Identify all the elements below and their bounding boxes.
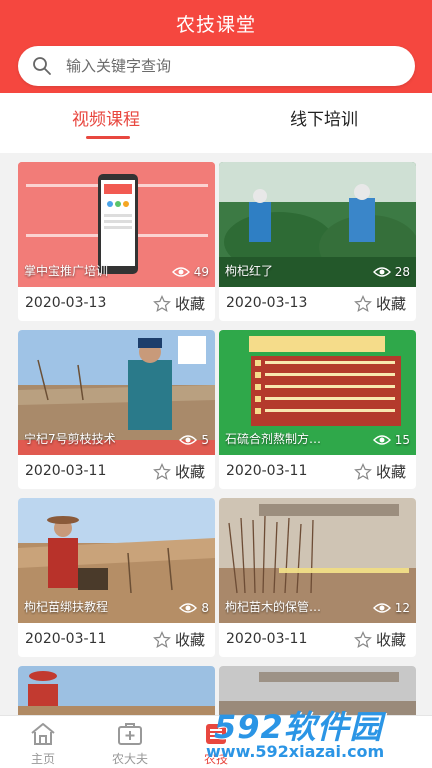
publish-date: 2020-03-11	[226, 463, 308, 479]
video-card[interactable]: 宁杞7号剪枝技术 5 2020-03-11 收藏	[18, 330, 215, 489]
star-icon	[153, 630, 171, 648]
view-count: 15	[372, 433, 410, 447]
active-tab-indicator	[86, 136, 130, 139]
eye-icon	[372, 435, 391, 445]
thumbnail-image	[18, 666, 215, 715]
favorite-label: 收藏	[375, 463, 406, 481]
favorite-label: 收藏	[375, 295, 406, 313]
favorite-button[interactable]: 收藏	[153, 461, 205, 482]
view-count: 12	[372, 601, 410, 615]
video-title: 宁杞7号剪枝技术	[24, 432, 116, 446]
star-icon	[354, 294, 372, 312]
star-icon	[354, 630, 372, 648]
site-watermark: 592软件园 www.592xiazai.com	[202, 702, 430, 766]
publish-date: 2020-03-11	[226, 631, 308, 647]
video-thumbnail[interactable]: 枸杞苗木的保管… 12	[219, 498, 416, 623]
favorite-button[interactable]: 收藏	[153, 293, 205, 314]
video-card[interactable]: 枸杞红了 28 2020-03-13 收藏	[219, 162, 416, 321]
video-card[interactable]: 石硫合剂熬制方… 15 2020-03-11 收藏	[219, 330, 416, 489]
video-thumbnail[interactable]: 枸杞苗绑扶教程 8	[18, 498, 215, 623]
favorite-button[interactable]: 收藏	[354, 293, 406, 314]
video-title: 石硫合剂熬制方…	[225, 432, 322, 446]
search-bar[interactable]	[18, 46, 415, 86]
view-count-value: 49	[193, 265, 209, 279]
video-thumbnail[interactable]: 枸杞红了 28	[219, 162, 416, 287]
view-count-value: 15	[394, 433, 410, 447]
star-icon	[153, 294, 171, 312]
search-icon	[33, 57, 51, 75]
video-thumbnail[interactable]: 石硫合剂熬制方… 15	[219, 330, 416, 455]
video-thumbnail[interactable]: 掌中宝推广培训 49	[18, 162, 215, 287]
nav-doctor-label: 农大夫	[111, 752, 148, 766]
eye-icon	[372, 603, 391, 613]
publish-date: 2020-03-13	[226, 295, 308, 311]
eye-icon	[171, 267, 190, 277]
video-grid: 掌中宝推广培训 49 2020-03-13 收藏 枸杞红了 28 2020-03…	[0, 153, 432, 715]
star-icon	[153, 462, 171, 480]
star-icon	[354, 462, 372, 480]
view-count-value: 28	[394, 265, 410, 279]
eye-icon	[372, 267, 391, 277]
tab-bar: 视频课程 线下培训	[0, 93, 432, 153]
tab-offline-training[interactable]: 线下培训	[290, 105, 358, 130]
view-count-value: 8	[201, 601, 209, 615]
video-thumbnail[interactable]: 宁杞7号剪枝技术 5	[18, 330, 215, 455]
card-footer: 2020-03-11 收藏	[219, 623, 416, 657]
video-card[interactable]: 枸杞苗木的保管… 12 2020-03-11 收藏	[219, 498, 416, 657]
favorite-label: 收藏	[375, 631, 406, 649]
app-header: 农技课堂	[0, 0, 432, 93]
page-title: 农技课堂	[175, 14, 256, 36]
video-title: 枸杞苗绑扶教程	[24, 600, 109, 614]
card-footer: 2020-03-11 收藏	[219, 455, 416, 489]
search-input[interactable]	[66, 46, 396, 86]
home-icon	[31, 723, 55, 745]
favorite-button[interactable]: 收藏	[153, 629, 205, 650]
video-card[interactable]: 掌中宝推广培训 49 2020-03-13 收藏	[18, 162, 215, 321]
card-footer: 2020-03-11 收藏	[18, 623, 215, 657]
watermark-url: www.592xiazai.com	[206, 742, 385, 761]
favorite-label: 收藏	[174, 463, 205, 481]
favorite-button[interactable]: 收藏	[354, 629, 406, 650]
publish-date: 2020-03-11	[25, 463, 107, 479]
publish-date: 2020-03-13	[25, 295, 107, 311]
view-count: 5	[179, 433, 209, 447]
card-footer: 2020-03-11 收藏	[18, 455, 215, 489]
video-card[interactable]	[18, 666, 215, 715]
view-count: 8	[179, 601, 209, 615]
video-title: 掌中宝推广培训	[24, 264, 109, 278]
medical-kit-icon	[118, 723, 142, 745]
view-count: 49	[171, 265, 209, 279]
favorite-label: 收藏	[174, 295, 205, 313]
favorite-label: 收藏	[174, 631, 205, 649]
video-card[interactable]: 枸杞苗绑扶教程 8 2020-03-11 收藏	[18, 498, 215, 657]
card-footer: 2020-03-13 收藏	[219, 287, 416, 321]
eye-icon	[179, 435, 198, 445]
tab-video-courses[interactable]: 视频课程	[72, 105, 140, 130]
eye-icon	[179, 603, 198, 613]
bottom-nav: 主页 农大夫 农技 592软件园 www.592xiazai.com	[0, 708, 432, 768]
video-title: 枸杞红了	[225, 264, 274, 278]
video-title: 枸杞苗木的保管…	[225, 600, 322, 614]
card-footer: 2020-03-13 收藏	[18, 287, 215, 321]
nav-doctor[interactable]: 农大夫	[80, 716, 180, 768]
favorite-button[interactable]: 收藏	[354, 461, 406, 482]
view-count: 28	[372, 265, 410, 279]
view-count-value: 12	[394, 601, 410, 615]
view-count-value: 5	[201, 433, 209, 447]
publish-date: 2020-03-11	[25, 631, 107, 647]
